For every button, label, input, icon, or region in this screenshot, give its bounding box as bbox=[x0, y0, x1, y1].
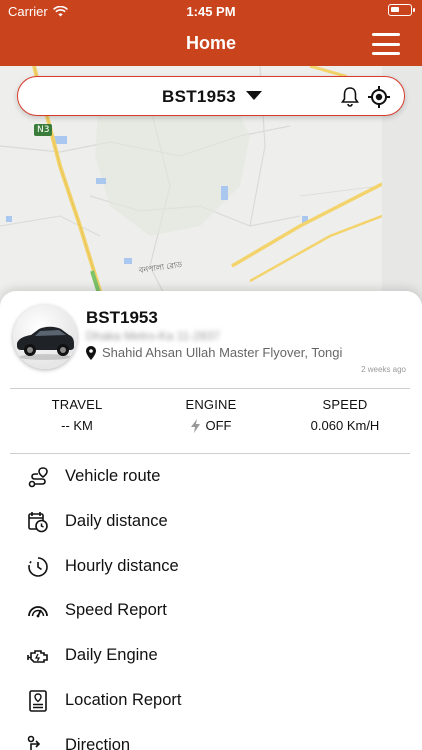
report-menu: Vehicle route Daily distance Hourly dist… bbox=[0, 455, 422, 750]
divider bbox=[10, 388, 410, 389]
stat-value: 0.060 Km/H bbox=[275, 418, 415, 433]
stat-value: OFF bbox=[141, 418, 281, 433]
chevron-down-icon bbox=[245, 91, 262, 100]
last-updated: 2 weeks ago bbox=[361, 365, 406, 374]
vehicle-name: BST1953 bbox=[86, 308, 158, 327]
menu-item-label: Vehicle route bbox=[65, 467, 161, 485]
speedometer-icon bbox=[28, 606, 48, 618]
route-icon bbox=[28, 467, 48, 488]
stat-label: TRAVEL bbox=[51, 397, 103, 412]
battery-icon bbox=[388, 4, 415, 16]
vehicle-selector[interactable]: BST1953 bbox=[17, 76, 405, 116]
engine-icon bbox=[27, 650, 48, 663]
engine-value: OFF bbox=[205, 418, 232, 433]
vehicle-address: Shahid Ahsan Ullah Master Flyover, Tongi bbox=[86, 345, 342, 360]
stat-label: SPEED bbox=[322, 397, 368, 412]
direction-icon bbox=[27, 735, 41, 750]
menu-item-label: Daily distance bbox=[65, 511, 168, 530]
stat-label: ENGINE bbox=[185, 397, 237, 412]
stat-value: -- KM bbox=[7, 418, 147, 433]
stat-travel: TRAVEL -- KM bbox=[7, 397, 147, 433]
clock: 1:45 PM bbox=[186, 4, 236, 19]
vehicle-avatar bbox=[13, 305, 77, 369]
status-bar: Carrier 1:45 PM bbox=[0, 0, 422, 22]
bell-icon[interactable] bbox=[340, 86, 360, 108]
car-icon bbox=[17, 326, 74, 360]
map-pin-icon bbox=[86, 345, 96, 360]
speed-value: 0.060 Km/H bbox=[310, 418, 380, 433]
menu-item-label: Direction bbox=[65, 735, 131, 750]
locate-icon[interactable] bbox=[368, 86, 390, 108]
menu-item-label: Daily Engine bbox=[65, 646, 158, 665]
clock-icon bbox=[28, 556, 48, 577]
stat-speed: SPEED 0.060 Km/H bbox=[275, 397, 415, 433]
menu-item-speed-report[interactable]: Speed Report bbox=[0, 589, 422, 634]
nav-bar: Home bbox=[0, 22, 422, 66]
menu-item-daily-distance[interactable]: Daily distance bbox=[0, 500, 422, 545]
road-label: N3 bbox=[34, 124, 53, 136]
vehicle-subtitle: Dhaka Metro-Ka 11-2837 bbox=[86, 329, 220, 343]
menu-item-vehicle-route[interactable]: Vehicle route bbox=[0, 455, 422, 500]
menu-item-label: Speed Report bbox=[65, 601, 167, 620]
report-icon bbox=[29, 690, 47, 712]
lightning-icon bbox=[190, 418, 200, 433]
menu-item-location-report[interactable]: Location Report bbox=[0, 679, 422, 724]
selected-vehicle-label: BST1953 bbox=[162, 87, 236, 106]
stat-engine: ENGINE OFF bbox=[141, 397, 281, 433]
menu-item-label: Location Report bbox=[65, 690, 182, 709]
page-title: Home bbox=[185, 33, 236, 53]
calendar-clock-icon bbox=[28, 511, 48, 533]
menu-item-hourly-distance[interactable]: Hourly distance bbox=[0, 545, 422, 590]
hamburger-menu-icon[interactable] bbox=[372, 33, 400, 55]
address-text: Shahid Ahsan Ullah Master Flyover, Tongi bbox=[102, 345, 343, 360]
divider bbox=[10, 453, 410, 454]
menu-item-direction[interactable]: Direction bbox=[0, 724, 422, 750]
vehicle-stats: TRAVEL -- KM ENGINE OFF SPEED 0.060 Km/H bbox=[0, 397, 422, 447]
travel-value: -- KM bbox=[61, 418, 93, 433]
menu-item-label: Hourly distance bbox=[65, 556, 179, 575]
vehicle-detail-sheet: BST1953 Dhaka Metro-Ka 11-2837 Shahid Ah… bbox=[0, 291, 422, 750]
menu-item-daily-engine[interactable]: Daily Engine bbox=[0, 634, 422, 679]
